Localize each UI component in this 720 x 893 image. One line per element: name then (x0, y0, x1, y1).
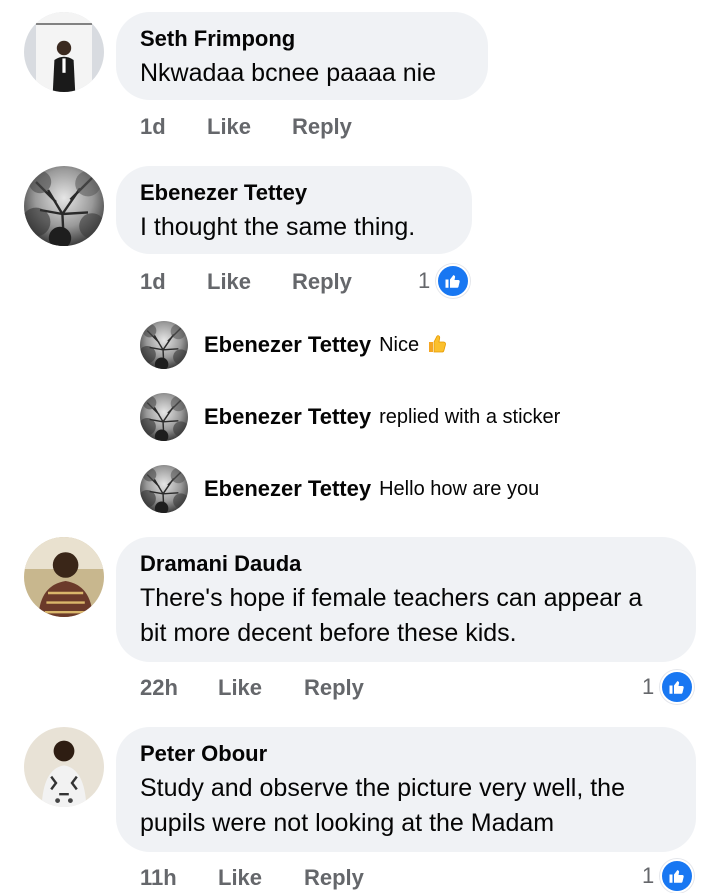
comment-time[interactable]: 11h (140, 865, 177, 891)
reply-button[interactable]: Reply (292, 269, 352, 295)
reply-author[interactable]: Ebenezer Tettey (204, 332, 371, 358)
comment-actions: 22h Like Reply (140, 675, 440, 703)
user-photo-icon (24, 727, 104, 807)
like-button[interactable]: Like (207, 269, 251, 295)
comment-author[interactable]: Dramani Dauda (140, 551, 672, 577)
comment-author[interactable]: Seth Frimpong (140, 26, 464, 52)
tree-photo-icon (140, 465, 188, 513)
like-button[interactable]: Like (207, 114, 251, 140)
reaction-count-number: 1 (642, 863, 655, 888)
reaction-count[interactable]: 1 (642, 670, 695, 704)
user-photo-icon (24, 537, 104, 617)
avatar[interactable] (140, 465, 188, 513)
reply-text: Hello how are you (379, 477, 540, 500)
avatar[interactable] (140, 393, 188, 441)
reply-author[interactable]: Ebenezer Tettey (204, 476, 371, 502)
reply-item: Ebenezer Tettey Nice (140, 320, 449, 370)
reply-button[interactable]: Reply (292, 114, 352, 140)
comment-bubble: Seth Frimpong Nkwadaa bcnee paaaa nie (116, 12, 488, 100)
thumbs-up-icon (425, 331, 449, 360)
comment-time[interactable]: 1d (140, 269, 166, 295)
comment-time[interactable]: 1d (140, 114, 166, 140)
reaction-count[interactable]: 1 (418, 264, 471, 298)
user-photo-icon (24, 12, 104, 92)
reply-item: Ebenezer Tettey Hello how are you (140, 464, 539, 514)
comment-author[interactable]: Ebenezer Tettey (140, 180, 448, 206)
avatar[interactable] (24, 166, 104, 246)
comment-text: There's hope if female teachers can appe… (140, 584, 643, 647)
like-reaction-icon (436, 264, 471, 298)
tree-photo-icon (140, 321, 188, 369)
comment-bubble: Ebenezer Tettey I thought the same thing… (116, 166, 472, 254)
reply-text: Nice (379, 333, 420, 356)
avatar[interactable] (24, 727, 104, 807)
tree-photo-icon (140, 393, 188, 441)
comment-text: Nkwadaa bcnee paaaa nie (140, 59, 437, 87)
comment-text: I thought the same thing. (140, 213, 416, 241)
reply-item: Ebenezer Tettey replied with a sticker (140, 392, 560, 442)
comment-text: Study and observe the picture very well,… (140, 774, 625, 837)
like-button[interactable]: Like (218, 865, 262, 891)
like-reaction-icon (660, 859, 695, 893)
avatar[interactable] (140, 321, 188, 369)
reaction-count-number: 1 (418, 268, 431, 293)
comment-time[interactable]: 22h (140, 675, 178, 701)
reply-button[interactable]: Reply (304, 675, 364, 701)
reply-text: replied with a sticker (379, 405, 561, 428)
comment-bubble: Dramani Dauda There's hope if female tea… (116, 537, 696, 662)
like-reaction-icon (660, 670, 695, 704)
reply-button[interactable]: Reply (304, 865, 364, 891)
tree-photo-icon (24, 166, 104, 246)
avatar[interactable] (24, 537, 104, 617)
comment-bubble: Peter Obour Study and observe the pictur… (116, 727, 696, 852)
avatar[interactable] (24, 12, 104, 92)
reaction-count[interactable]: 1 (642, 859, 695, 893)
comment-actions: 1d Like Reply (140, 114, 440, 142)
like-button[interactable]: Like (218, 675, 262, 701)
comment-actions: 1d Like Reply (140, 269, 440, 297)
reply-author[interactable]: Ebenezer Tettey (204, 404, 371, 430)
reaction-count-number: 1 (642, 674, 655, 699)
comment-author[interactable]: Peter Obour (140, 741, 672, 767)
comment-actions: 11h Like Reply (140, 865, 440, 890)
